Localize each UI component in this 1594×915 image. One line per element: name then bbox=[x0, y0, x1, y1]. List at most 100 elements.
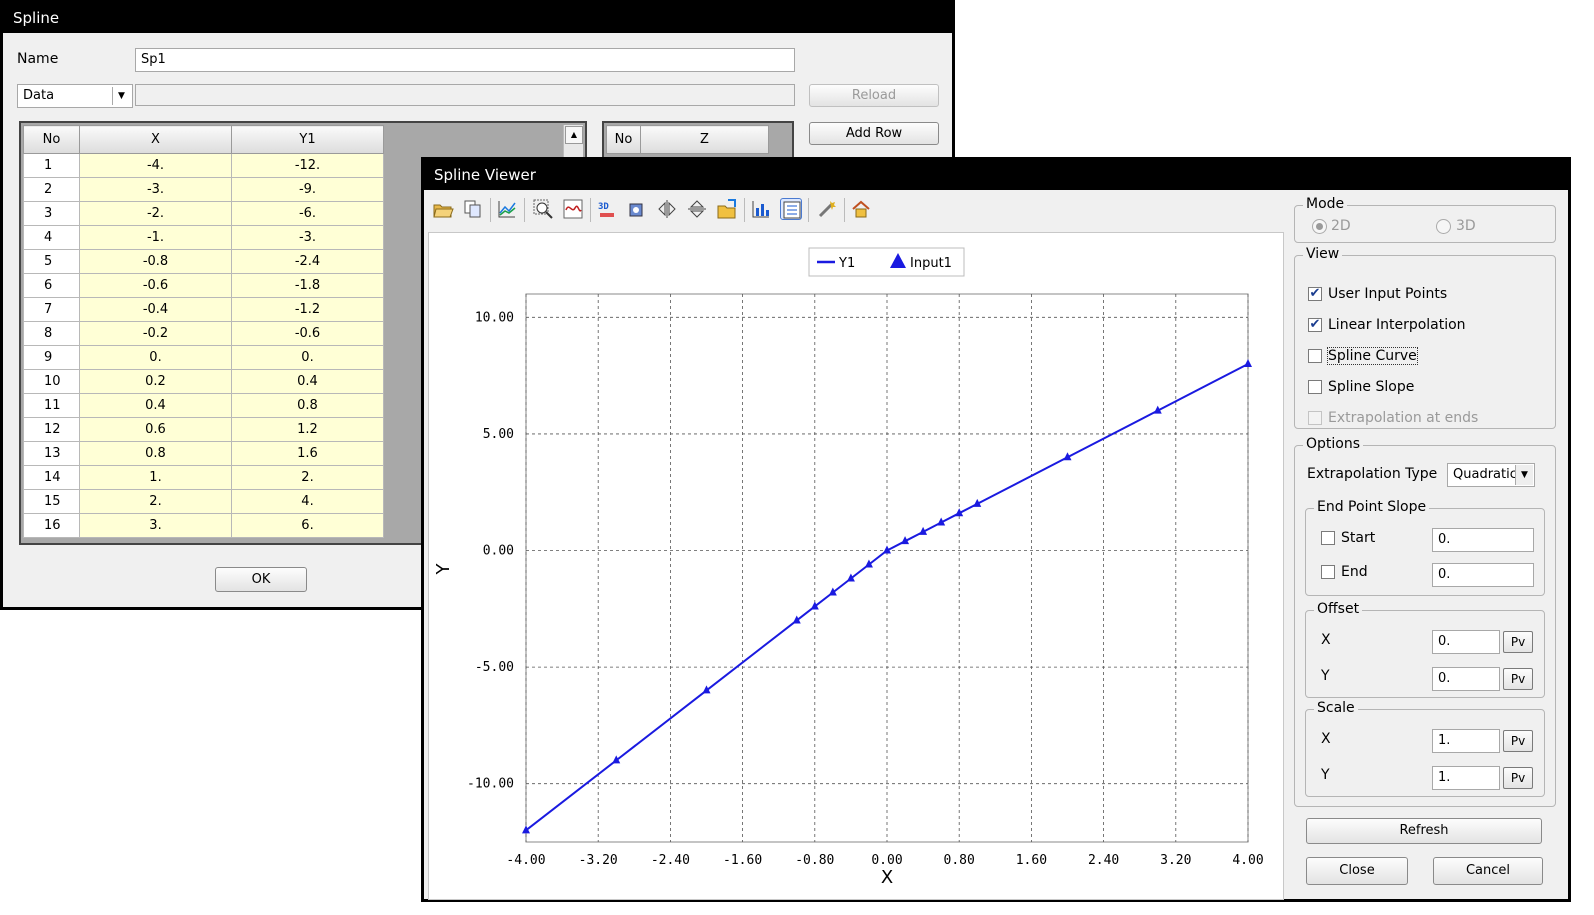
close-button[interactable]: Close bbox=[1306, 857, 1408, 885]
x-value-cell[interactable]: 0.2 bbox=[79, 369, 232, 394]
table-row[interactable]: 16 3. 6. bbox=[23, 513, 384, 538]
y1-value-cell[interactable]: 6. bbox=[231, 513, 384, 538]
table-row[interactable]: 12 0.6 1.2 bbox=[23, 417, 384, 442]
x-value-cell[interactable]: 1. bbox=[79, 465, 232, 490]
y1-value-cell[interactable]: -9. bbox=[231, 177, 384, 202]
list-icon[interactable] bbox=[780, 198, 802, 220]
chevron-down-icon[interactable]: ▼ bbox=[1515, 465, 1533, 485]
scroll-up-icon[interactable]: ▲ bbox=[565, 126, 583, 144]
end-slope-input[interactable]: 0. bbox=[1432, 563, 1534, 587]
y1-value-cell[interactable]: 4. bbox=[231, 489, 384, 514]
spline-curve-label[interactable]: Spline Curve bbox=[1327, 347, 1418, 365]
y1-value-cell[interactable]: -12. bbox=[231, 153, 384, 178]
table-row[interactable]: 4 -1. -3. bbox=[23, 225, 384, 250]
x-value-cell[interactable]: -3. bbox=[79, 177, 232, 202]
x-value-cell[interactable]: 3. bbox=[79, 513, 232, 538]
x-value-cell[interactable]: 0.6 bbox=[79, 417, 232, 442]
x-value-cell[interactable]: 0. bbox=[79, 345, 232, 370]
flip-vertical-icon[interactable] bbox=[686, 198, 708, 220]
mode-3d-radio[interactable] bbox=[1436, 219, 1451, 234]
column-header-y1[interactable]: Y1 bbox=[231, 125, 384, 154]
y1-value-cell[interactable]: 0.4 bbox=[231, 369, 384, 394]
extrapolation-ends-checkbox[interactable] bbox=[1308, 411, 1322, 425]
table-row[interactable]: 13 0.8 1.6 bbox=[23, 441, 384, 466]
offset-y-pv-button[interactable]: Pv bbox=[1503, 668, 1533, 690]
column-header-x[interactable]: X bbox=[79, 125, 232, 154]
statistics-icon[interactable] bbox=[750, 198, 772, 220]
y1-value-cell[interactable]: 1.2 bbox=[231, 417, 384, 442]
name-input[interactable]: Sp1 bbox=[135, 48, 795, 72]
x-value-cell[interactable]: 0.4 bbox=[79, 393, 232, 418]
z-column-header-no[interactable]: No bbox=[606, 125, 641, 154]
chart-icon[interactable] bbox=[496, 198, 518, 220]
reload-button[interactable]: Reload bbox=[809, 84, 939, 107]
column-header-no[interactable]: No bbox=[23, 125, 80, 154]
add-row-button[interactable]: Add Row bbox=[809, 122, 939, 145]
x-value-cell[interactable]: 2. bbox=[79, 489, 232, 514]
offset-x-pv-button[interactable]: Pv bbox=[1503, 631, 1533, 653]
offset-x-input[interactable]: 0. bbox=[1432, 630, 1500, 654]
start-slope-input[interactable]: 0. bbox=[1432, 528, 1534, 552]
table-row[interactable]: 8 -0.2 -0.6 bbox=[23, 321, 384, 346]
x-value-cell[interactable]: -0.2 bbox=[79, 321, 232, 346]
x-value-cell[interactable]: -0.6 bbox=[79, 273, 232, 298]
table-row[interactable]: 1 -4. -12. bbox=[23, 153, 384, 178]
house-icon[interactable] bbox=[850, 198, 872, 220]
end-slope-checkbox[interactable] bbox=[1321, 565, 1335, 579]
offset-y-input[interactable]: 0. bbox=[1432, 667, 1500, 691]
y1-value-cell[interactable]: -6. bbox=[231, 201, 384, 226]
3d-icon[interactable]: 3D bbox=[596, 198, 618, 220]
linear-interpolation-checkbox[interactable] bbox=[1308, 318, 1322, 332]
user-input-points-label[interactable]: User Input Points bbox=[1328, 286, 1447, 302]
file-path-input[interactable] bbox=[135, 84, 795, 106]
settings-icon[interactable] bbox=[816, 198, 838, 220]
spline-slope-label[interactable]: Spline Slope bbox=[1328, 379, 1414, 395]
table-row[interactable]: 14 1. 2. bbox=[23, 465, 384, 490]
y1-value-cell[interactable]: 2. bbox=[231, 465, 384, 490]
x-value-cell[interactable]: -2. bbox=[79, 201, 232, 226]
y1-value-cell[interactable]: -1.8 bbox=[231, 273, 384, 298]
table-row[interactable]: 15 2. 4. bbox=[23, 489, 384, 514]
source-select[interactable]: Data ▼ bbox=[17, 84, 133, 108]
rotate-icon[interactable] bbox=[626, 198, 648, 220]
linear-interpolation-label[interactable]: Linear Interpolation bbox=[1328, 317, 1466, 333]
refresh-button[interactable]: Refresh bbox=[1306, 818, 1542, 844]
table-row[interactable]: 9 0. 0. bbox=[23, 345, 384, 370]
export-icon[interactable] bbox=[716, 198, 738, 220]
ok-button[interactable]: OK bbox=[215, 567, 307, 592]
spline-slope-checkbox[interactable] bbox=[1308, 380, 1322, 394]
start-slope-label[interactable]: Start bbox=[1341, 530, 1375, 546]
scale-x-input[interactable]: 1. bbox=[1432, 729, 1500, 753]
user-input-points-checkbox[interactable] bbox=[1308, 287, 1322, 301]
y1-value-cell[interactable]: -1.2 bbox=[231, 297, 384, 322]
table-row[interactable]: 6 -0.6 -1.8 bbox=[23, 273, 384, 298]
x-value-cell[interactable]: -0.8 bbox=[79, 249, 232, 274]
extrapolation-type-select[interactable]: Quadratic ▼ bbox=[1447, 463, 1535, 487]
y1-value-cell[interactable]: 1.6 bbox=[231, 441, 384, 466]
scale-y-pv-button[interactable]: Pv bbox=[1503, 767, 1533, 789]
table-row[interactable]: 10 0.2 0.4 bbox=[23, 369, 384, 394]
mode-2d-radio[interactable] bbox=[1312, 219, 1327, 234]
table-row[interactable]: 3 -2. -6. bbox=[23, 201, 384, 226]
end-slope-label[interactable]: End bbox=[1341, 564, 1368, 580]
table-row[interactable]: 2 -3. -9. bbox=[23, 177, 384, 202]
x-value-cell[interactable]: -1. bbox=[79, 225, 232, 250]
y1-value-cell[interactable]: 0.8 bbox=[231, 393, 384, 418]
x-value-cell[interactable]: -4. bbox=[79, 153, 232, 178]
spline-chart[interactable]: -4.00 -3.20 -2.40 -1.60 -0.80 0.00 0.80 1.60 2.4… bbox=[429, 233, 1285, 901]
zoom-icon[interactable] bbox=[532, 198, 554, 220]
flip-horizontal-icon[interactable] bbox=[656, 198, 678, 220]
start-slope-checkbox[interactable] bbox=[1321, 531, 1335, 545]
table-row[interactable]: 5 -0.8 -2.4 bbox=[23, 249, 384, 274]
z-column-header-z[interactable]: Z bbox=[640, 125, 769, 154]
y1-value-cell[interactable]: -0.6 bbox=[231, 321, 384, 346]
scale-y-input[interactable]: 1. bbox=[1432, 766, 1500, 790]
data-table[interactable]: No X Y1 1 -4. -12. 2 -3. -9. 3 -2. -6. 4 -1. -3. 5 -0… bbox=[23, 125, 384, 538]
copy-icon[interactable] bbox=[462, 198, 484, 220]
chevron-down-icon[interactable]: ▼ bbox=[112, 87, 130, 105]
scale-x-pv-button[interactable]: Pv bbox=[1503, 730, 1533, 752]
y1-value-cell[interactable]: -3. bbox=[231, 225, 384, 250]
y1-value-cell[interactable]: -2.4 bbox=[231, 249, 384, 274]
spline-curve-checkbox[interactable] bbox=[1308, 349, 1322, 363]
cancel-button[interactable]: Cancel bbox=[1433, 857, 1543, 885]
